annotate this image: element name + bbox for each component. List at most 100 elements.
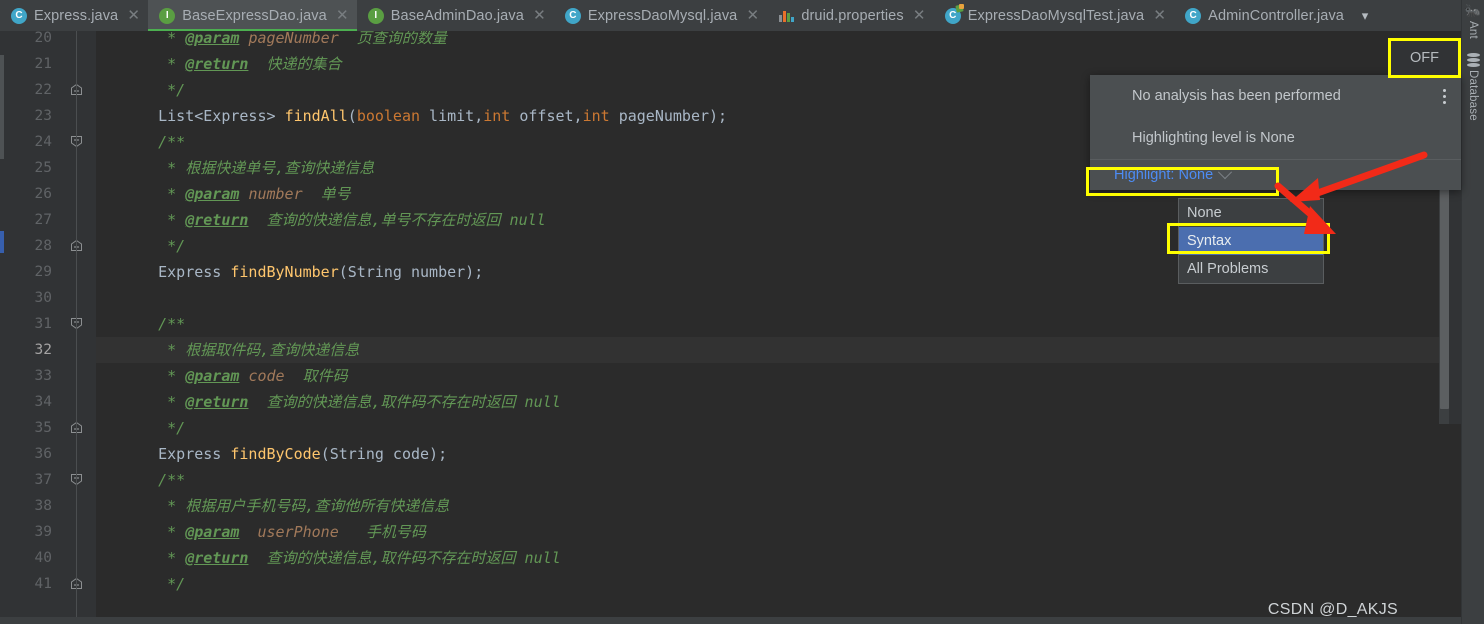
line-number: 33	[34, 368, 52, 384]
code-token: * 根据快递单号,查询快递信息	[122, 159, 375, 177]
code-line[interactable]: * @param userPhone 手机号码	[96, 519, 1461, 545]
watermark-text: CSDN @D_AKJS	[1267, 601, 1398, 618]
line-number: 28	[34, 238, 52, 254]
line-number: 34	[34, 394, 52, 410]
vertical-scrollbar-thumb[interactable]	[1440, 160, 1449, 409]
tool-window-button-database[interactable]: Database	[1466, 52, 1480, 121]
close-icon[interactable]: ✕	[746, 8, 760, 23]
code-token: 页查询的数量	[338, 31, 447, 47]
code-token: *	[122, 31, 186, 47]
dropdown-option-none[interactable]: None	[1179, 199, 1323, 227]
code-token: @param	[185, 523, 240, 541]
code-token: boolean	[356, 107, 421, 125]
code-token: pageNumber);	[609, 107, 728, 125]
close-icon[interactable]: ✕	[913, 8, 926, 23]
highlight-level-dropdown[interactable]: None Syntax All Problems	[1178, 198, 1324, 284]
code-line[interactable]: * 根据用户手机号码,查询他所有快递信息	[96, 493, 1461, 519]
code-token: *	[122, 367, 186, 385]
code-line[interactable]: * @return 查询的快递信息,取件码不存在时返回 null	[96, 545, 1461, 571]
line-number: 23	[34, 108, 52, 124]
line-number: 36	[34, 446, 52, 462]
code-token: 查询的快递信息,取件码不存在时返回 null	[248, 549, 561, 567]
code-token: 手机号码	[338, 523, 426, 541]
code-token: userPhone	[257, 523, 339, 541]
highlight-level-label: Highlight: None	[1114, 167, 1214, 183]
line-number: 29	[34, 264, 52, 280]
highlight-level-selector[interactable]: Highlight: None	[1090, 160, 1461, 190]
code-token: *	[122, 55, 186, 73]
code-token: Express	[122, 263, 231, 281]
code-token: @return	[185, 393, 249, 411]
code-line[interactable]	[96, 285, 1461, 311]
code-token: String code);	[329, 445, 448, 463]
code-token: List<Express>	[122, 107, 285, 125]
code-token: number	[248, 185, 303, 203]
dropdown-option-all-problems[interactable]: All Problems	[1179, 255, 1323, 283]
code-token: */	[122, 419, 186, 437]
editor-bottom-strip	[0, 617, 1461, 624]
line-number: 27	[34, 212, 52, 228]
code-token: @return	[185, 211, 249, 229]
code-token: pageNumber	[248, 31, 339, 47]
line-number: 41	[34, 576, 52, 592]
code-token: *	[122, 393, 186, 411]
line-number: 38	[34, 498, 52, 514]
gutter-divider	[76, 31, 77, 624]
code-token: @param	[185, 31, 240, 47]
tool-window-button-ant[interactable]: 🐜 Ant	[1465, 4, 1481, 39]
inspection-toggle-button[interactable]: OFF	[1389, 39, 1460, 77]
code-token: /**	[122, 133, 186, 151]
editor-tab-1[interactable]: I BaseExpressDao.java ✕	[148, 0, 357, 31]
editor-tab-label: ExpressDaoMysqlTest.java	[967, 7, 1145, 24]
code-token: * 根据用户手机号码,查询他所有快递信息	[122, 497, 450, 515]
code-line[interactable]: Express findByCode(String code);	[96, 441, 1461, 467]
chevron-down-icon[interactable]: ▾	[1352, 0, 1378, 31]
code-line[interactable]: * @param code 取件码	[96, 363, 1461, 389]
editor-tab-2[interactable]: I BaseAdminDao.java ✕	[357, 0, 554, 31]
code-line[interactable]: /**	[96, 311, 1461, 337]
java-test-class-icon: C	[944, 3, 964, 24]
editor-tab-4[interactable]: druid.properties ✕	[767, 0, 933, 31]
close-icon[interactable]: ✕	[336, 8, 349, 23]
code-line[interactable]: * @return 查询的快递信息,取件码不存在时返回 null	[96, 389, 1461, 415]
code-line[interactable]: */	[96, 415, 1461, 441]
line-number: 39	[34, 524, 52, 540]
code-line[interactable]: */	[96, 571, 1461, 597]
code-token: *	[122, 549, 186, 567]
editor-tab-3[interactable]: C ExpressDaoMysql.java ✕	[554, 0, 767, 31]
line-number: 40	[34, 550, 52, 566]
editor-tab-5[interactable]: C ExpressDaoMysqlTest.java ✕	[934, 0, 1174, 31]
dropdown-option-syntax[interactable]: Syntax	[1179, 227, 1323, 255]
close-icon[interactable]: ✕	[1153, 8, 1166, 23]
code-line[interactable]: * @param pageNumber 页查询的数量	[96, 31, 1461, 51]
code-token: int	[582, 107, 610, 125]
code-token: (	[320, 445, 330, 463]
ide-window: C Express.java ✕ I BaseExpressDao.java ✕ I Base…	[0, 0, 1484, 624]
code-line[interactable]: * 根据取件码,查询快递信息	[96, 337, 1461, 363]
code-token: */	[122, 575, 186, 593]
close-icon[interactable]: ✕	[127, 8, 140, 23]
tool-window-label: Ant	[1467, 21, 1479, 39]
more-options-icon[interactable]	[1443, 89, 1447, 104]
java-class-icon: C	[564, 7, 581, 24]
code-line[interactable]: * @return 快递的集合	[96, 51, 1461, 77]
java-interface-icon: I	[367, 7, 384, 24]
inspection-widget-popup[interactable]: No analysis has been performed Highlight…	[1090, 75, 1461, 190]
editor-tab-0[interactable]: C Express.java ✕	[0, 0, 148, 31]
properties-file-icon	[778, 8, 795, 24]
line-number: 26	[34, 186, 52, 202]
editor-gutter[interactable]: 20 21 22 23 24 25 26 27 28 29 30 31 32 33 34 35 36 37 38 39…	[0, 31, 96, 624]
code-token: *	[122, 523, 186, 541]
code-token: *	[122, 211, 186, 229]
code-token: *	[122, 185, 186, 203]
vcs-change-marker[interactable]	[0, 231, 4, 253]
java-class-icon: C	[11, 7, 27, 24]
close-icon[interactable]: ✕	[533, 8, 546, 23]
code-line[interactable]: /**	[96, 467, 1461, 493]
code-token: @param	[185, 367, 240, 385]
editor-tab-6[interactable]: C AdminController.java	[1174, 0, 1352, 31]
code-token: /**	[122, 471, 186, 489]
line-number: 24	[34, 134, 52, 150]
code-token: @return	[185, 55, 249, 73]
code-token: 查询的快递信息,取件码不存在时返回 null	[248, 393, 561, 411]
